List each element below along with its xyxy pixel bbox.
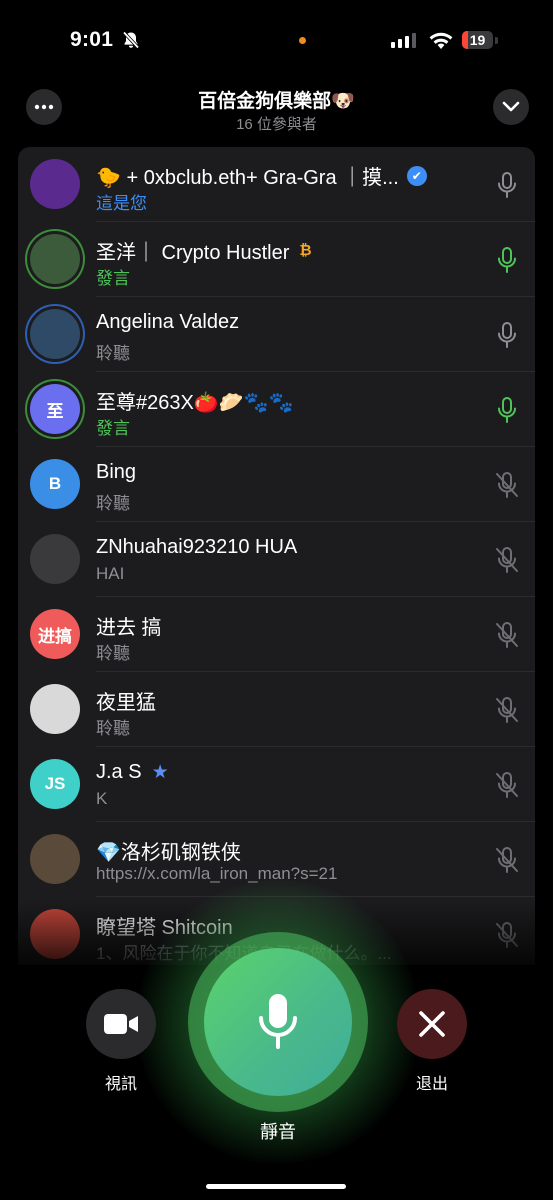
avatar (30, 534, 80, 584)
microphone-muted-icon[interactable] (494, 696, 520, 724)
microphone-icon[interactable] (494, 246, 520, 274)
microphone-muted-icon[interactable] (494, 921, 520, 949)
participant-status: HAI (96, 564, 125, 583)
participant-name: ZNhuahai923210 HUA (96, 536, 297, 559)
participant-name-text: J.a S (96, 761, 142, 783)
avatar (30, 309, 80, 359)
participant-status: K (96, 789, 108, 808)
microphone-muted-icon[interactable] (494, 621, 520, 649)
verified-icon: ✔ (406, 165, 427, 186)
participant-name: 圣洋｜ Crypto Hustler ₿ (96, 236, 312, 265)
participant-list[interactable]: 🐤 + 0xbclub.eth+ Gra-Gra ｜摸... ✔ 這是您圣洋｜ Cr… (18, 147, 535, 965)
signal-icon (391, 33, 416, 48)
participant-name-text: Bing (96, 461, 137, 483)
mute-button[interactable] (204, 948, 352, 1096)
participant-name-text: 进去 搞 (96, 617, 162, 639)
privacy-indicator-dot (299, 37, 306, 44)
avatar (30, 159, 80, 209)
avatar (30, 234, 80, 284)
battery-icon: 19 (462, 31, 493, 49)
home-indicator (206, 1184, 346, 1189)
status-time: 9:01 (70, 28, 114, 51)
participant-status: 發言 (96, 269, 130, 288)
bell-slash-icon (122, 31, 140, 49)
participant-row[interactable]: 至至尊#263X🍅🥟🐾🐾 發言 (18, 372, 535, 447)
participant-name: 💎洛杉矶钢铁侠 (96, 836, 241, 865)
avatar (30, 909, 80, 959)
microphone-muted-icon[interactable] (494, 846, 520, 874)
participant-status: 聆聽 (96, 344, 130, 363)
participant-status: 聆聽 (96, 644, 130, 663)
participant-name: 夜里猛 (96, 686, 156, 715)
participant-status: 聆聽 (96, 494, 130, 513)
chevron-down-icon (502, 101, 520, 112)
microphone-muted-icon[interactable] (494, 546, 520, 574)
avatar: 进搞 (30, 609, 80, 659)
bitcoin-icon: ₿ (299, 242, 312, 259)
avatar: B (30, 459, 80, 509)
participant-name: Angelina Valdez (96, 311, 239, 334)
battery-tip (495, 37, 498, 44)
participant-count: 16 位參與者 (236, 116, 317, 133)
participant-status: 這是您 (96, 194, 147, 213)
participant-row[interactable]: 进搞 进去 搞聆聽 (18, 597, 535, 672)
participant-name-text: 🐤 + 0xbclub.eth+ Gra-Gra ｜摸... (96, 167, 399, 189)
minimize-button[interactable] (493, 89, 529, 125)
participant-row[interactable]: JS J.a S ★ K (18, 747, 535, 822)
participant-name-text: 圣洋｜ Crypto Hustler (96, 242, 290, 264)
leave-button[interactable] (397, 989, 467, 1059)
microphone-icon[interactable] (494, 321, 520, 349)
participant-status: 聆聽 (96, 719, 130, 738)
participant-row[interactable]: Angelina Valdez 聆聽 (18, 297, 535, 372)
participant-status: 發言 (96, 419, 130, 438)
avatar: JS (30, 759, 80, 809)
participant-name: 进去 搞 (96, 611, 162, 640)
avatar: 至 (30, 384, 80, 434)
participant-name-text: 夜里猛 (96, 692, 156, 714)
status-bar: 9:01 19 (0, 0, 553, 80)
video-label: 視訊 (104, 1076, 137, 1093)
close-icon (419, 1011, 445, 1037)
leave-label: 退出 (415, 1076, 448, 1093)
participant-name-text: Angelina Valdez (96, 311, 240, 333)
microphone-icon[interactable] (494, 396, 520, 424)
microphone-icon[interactable] (494, 171, 520, 199)
participant-name: J.a S ★ (96, 761, 169, 784)
video-camera-icon (104, 1014, 138, 1034)
participant-name: 🐤 + 0xbclub.eth+ Gra-Gra ｜摸... ✔ (96, 161, 427, 190)
participant-name: Bing (96, 461, 136, 484)
star-icon: ★ (151, 762, 169, 783)
microphone-muted-icon[interactable] (494, 771, 520, 799)
battery-level: 19 (469, 32, 486, 48)
mute-label: 靜音 (260, 1122, 296, 1142)
wifi-icon (429, 32, 453, 49)
avatar (30, 834, 80, 884)
microphone-icon (259, 994, 297, 1049)
participant-row[interactable]: 圣洋｜ Crypto Hustler ₿ 發言 (18, 222, 535, 297)
participant-row[interactable]: B Bing 聆聽 (18, 447, 535, 522)
avatar (30, 684, 80, 734)
video-button[interactable] (86, 989, 156, 1059)
participant-row[interactable]: ZNhuahai923210 HUA HAI (18, 522, 535, 597)
participant-row[interactable]: 夜里猛 聆聽 (18, 672, 535, 747)
participant-name: 至尊#263X🍅🥟🐾🐾 (96, 386, 293, 415)
participant-name-text: ZNhuahai923210 HUA (96, 536, 298, 558)
microphone-muted-icon[interactable] (494, 471, 520, 499)
participant-name-text: 💎洛杉矶钢铁侠 (96, 842, 241, 864)
participant-name-text: 至尊#263X🍅🥟🐾🐾 (96, 392, 294, 414)
group-title: 百倍金狗俱樂部🐶 (198, 91, 355, 112)
participant-row[interactable]: 🐤 + 0xbclub.eth+ Gra-Gra ｜摸... ✔ 這是您 (18, 147, 535, 222)
